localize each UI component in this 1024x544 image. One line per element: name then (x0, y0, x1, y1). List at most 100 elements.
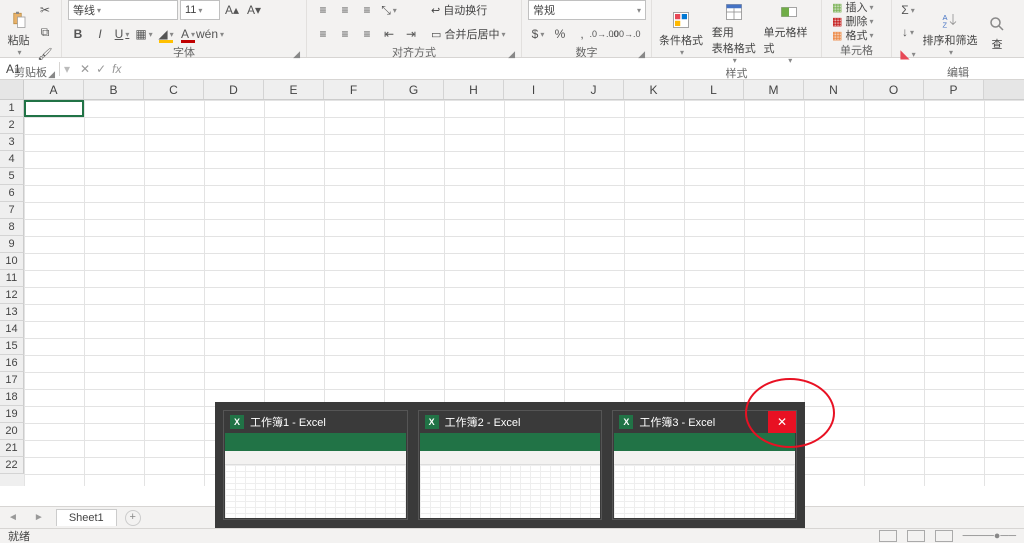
merge-center-button[interactable]: ▭ 合并后居中▾ (427, 24, 509, 44)
conditional-format-button[interactable]: 条件格式▾ (658, 0, 704, 65)
view-page-break-button[interactable] (935, 530, 953, 542)
font-size-select[interactable]: 11▾ (180, 0, 220, 20)
copy-icon: ⧉ (41, 25, 50, 40)
taskbar-preview[interactable]: X工作簿1 - Excel (223, 410, 408, 520)
copy-button[interactable]: ⧉ (35, 22, 55, 42)
chevron-down-icon[interactable]: ▾ (60, 62, 74, 76)
fill-button[interactable]: ↓▾ (898, 22, 918, 42)
row-header[interactable]: 10 (0, 253, 24, 270)
row-header[interactable]: 1 (0, 100, 24, 117)
align-left-button[interactable]: ≡ (313, 24, 333, 44)
row-header[interactable]: 7 (0, 202, 24, 219)
row-header[interactable]: 4 (0, 151, 24, 168)
sheet-nav-next[interactable]: ► (26, 512, 52, 523)
row-header[interactable]: 2 (0, 117, 24, 134)
dialog-launcher-icon[interactable]: ◢ (293, 49, 300, 60)
cut-button[interactable]: ✂ (35, 0, 55, 20)
align-right-button[interactable]: ≡ (357, 24, 377, 44)
underline-button[interactable]: U▾ (112, 24, 132, 44)
column-header[interactable]: A (24, 80, 84, 99)
column-header[interactable]: B (84, 80, 144, 99)
fill-color-button[interactable]: ◢▾ (156, 24, 176, 44)
font-name-select[interactable]: 等线▾ (68, 0, 178, 20)
dialog-launcher-icon[interactable]: ◢ (638, 49, 645, 60)
align-center-button[interactable]: ≡ (335, 24, 355, 44)
phonetic-button[interactable]: wén▾ (200, 24, 220, 44)
cancel-formula-button[interactable]: ✕ (80, 62, 90, 76)
row-header[interactable]: 8 (0, 219, 24, 236)
format-as-table-button[interactable]: 套用 表格格式▾ (708, 0, 760, 65)
column-header[interactable]: E (264, 80, 324, 99)
decrease-font-button[interactable]: A▾ (244, 0, 264, 20)
group-font: 等线▾ 11▾ A▴ A▾ B I U▾ ▦▾ ◢▾ A▾ wén▾ 字体◢ (62, 0, 307, 57)
align-top-button[interactable]: ≡ (313, 0, 333, 20)
currency-button[interactable]: $▾ (528, 24, 548, 44)
clear-button[interactable]: ◣▾ (898, 44, 918, 64)
taskbar-preview[interactable]: X工作簿2 - Excel (418, 410, 603, 520)
row-header[interactable]: 14 (0, 321, 24, 338)
font-color-button[interactable]: A▾ (178, 24, 198, 44)
row-header[interactable]: 5 (0, 168, 24, 185)
align-middle-button[interactable]: ≡ (335, 0, 355, 20)
dialog-launcher-icon[interactable]: ◢ (48, 69, 55, 80)
column-header[interactable]: C (144, 80, 204, 99)
italic-button[interactable]: I (90, 24, 110, 44)
row-header[interactable]: 6 (0, 185, 24, 202)
select-all-corner[interactable] (0, 80, 24, 99)
row-header[interactable]: 12 (0, 287, 24, 304)
increase-font-button[interactable]: A▴ (222, 0, 242, 20)
row-header[interactable]: 19 (0, 406, 24, 423)
find-button[interactable]: 查 (982, 0, 1012, 64)
sheet-tab[interactable]: Sheet1 (56, 509, 117, 526)
row-header[interactable]: 21 (0, 440, 24, 457)
column-header[interactable]: F (324, 80, 384, 99)
paste-button[interactable]: 粘贴 ▾ (6, 0, 31, 64)
row-header[interactable]: 3 (0, 134, 24, 151)
view-normal-button[interactable] (879, 530, 897, 542)
column-header[interactable]: I (504, 80, 564, 99)
increase-indent-button[interactable]: ⇥ (401, 24, 421, 44)
sort-filter-button[interactable]: AZ 排序和筛选▾ (922, 0, 978, 64)
decrease-font-icon: A▾ (247, 3, 261, 17)
row-header[interactable]: 13 (0, 304, 24, 321)
decrease-indent-button[interactable]: ⇤ (379, 24, 399, 44)
column-header[interactable]: D (204, 80, 264, 99)
column-header[interactable]: P (924, 80, 984, 99)
sheet-nav-prev[interactable]: ◄ (0, 512, 26, 523)
row-header[interactable]: 9 (0, 236, 24, 253)
taskbar-preview[interactable]: ✕X工作簿3 - Excel (612, 410, 797, 520)
align-bottom-button[interactable]: ≡ (357, 0, 377, 20)
fx-button[interactable]: fx (112, 62, 121, 76)
format-cells-button[interactable]: ▦ 格式▾ (828, 28, 885, 42)
preview-header: X工作簿1 - Excel (224, 411, 407, 433)
row-header[interactable]: 17 (0, 372, 24, 389)
view-page-layout-button[interactable] (907, 530, 925, 542)
wrap-text-button[interactable]: ↩ 自动换行 (427, 0, 509, 20)
row-header[interactable]: 15 (0, 338, 24, 355)
row-header[interactable]: 18 (0, 389, 24, 406)
cell-styles-button[interactable]: 单元格样式▾ (763, 0, 815, 65)
close-preview-button[interactable]: ✕ (768, 411, 796, 433)
add-sheet-button[interactable]: + (125, 510, 141, 526)
bold-button[interactable]: B (68, 24, 88, 44)
column-header[interactable]: H (444, 80, 504, 99)
row-header[interactable]: 16 (0, 355, 24, 372)
zoom-slider[interactable]: ────●── (963, 530, 1016, 542)
insert-cells-button[interactable]: ▦ 插入▾ (828, 0, 885, 14)
row-header[interactable]: 22 (0, 457, 24, 474)
column-header[interactable]: O (864, 80, 924, 99)
group-label: 数字◢ (528, 44, 645, 62)
orientation-button[interactable]: ⤡▾ (379, 0, 399, 20)
column-header[interactable]: J (564, 80, 624, 99)
column-header[interactable]: G (384, 80, 444, 99)
decrease-decimal-button[interactable]: .00→.0 (616, 24, 636, 44)
row-header[interactable]: 11 (0, 270, 24, 287)
percent-button[interactable]: % (550, 24, 570, 44)
autosum-button[interactable]: Σ▾ (898, 0, 918, 20)
border-button[interactable]: ▦▾ (134, 24, 154, 44)
row-header[interactable]: 20 (0, 423, 24, 440)
number-format-select[interactable]: 常规▾ (528, 0, 646, 20)
delete-cells-button[interactable]: ▦ 删除▾ (828, 14, 885, 28)
enter-formula-button[interactable]: ✓ (96, 62, 106, 76)
dialog-launcher-icon[interactable]: ◢ (508, 49, 515, 60)
